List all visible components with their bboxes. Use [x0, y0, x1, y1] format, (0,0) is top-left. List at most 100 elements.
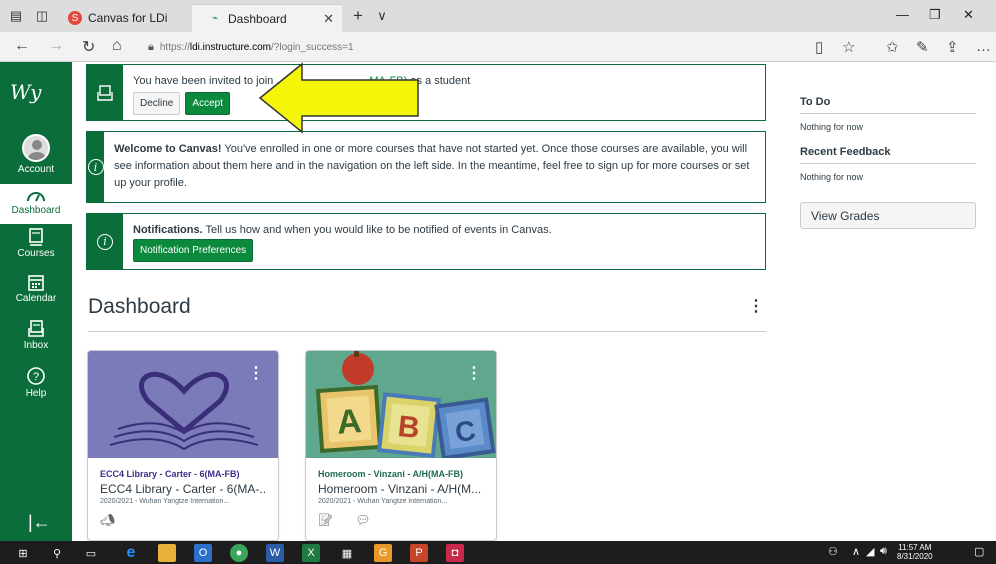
card-actions: 📣︎: [100, 513, 266, 527]
tab-label: Canvas for LDi: [88, 11, 168, 25]
nav-help-label: Help: [25, 388, 47, 399]
course-title: ECC4 Library - Carter - 6(MA-...: [100, 482, 266, 496]
favorite-star-icon[interactable]: ☆: [842, 38, 855, 56]
maximize-icon[interactable]: ❐: [929, 7, 941, 23]
svg-text:A: A: [336, 402, 363, 442]
view-grades-button[interactable]: View Grades: [800, 202, 976, 229]
security-app-icon[interactable]: ◘: [446, 544, 464, 562]
word-icon[interactable]: W: [266, 544, 284, 562]
inbox-icon: [28, 320, 44, 337]
global-navigation: Wy Account Dashboard Courses Calendar In…: [0, 62, 72, 541]
refresh-icon[interactable]: ↻: [82, 37, 95, 57]
yellow-arrow-annotation: [258, 62, 419, 134]
course-card-image[interactable]: A B C ⋮: [306, 351, 496, 458]
nav-account[interactable]: Account: [0, 134, 72, 175]
info-icon: i: [97, 233, 113, 250]
windows-taskbar: ⊞ ⚲ ▭ e O ● W X ▦ G P ◘ ⚇ ∧ ◢ 🔊︎ 11:57 A…: [0, 541, 996, 564]
page-title: Dashboard: [88, 295, 191, 318]
nav-calendar[interactable]: Calendar: [0, 274, 72, 304]
nav-inbox[interactable]: Inbox: [0, 320, 72, 351]
nav-inbox-label: Inbox: [23, 340, 49, 351]
url-domain: ldi.instructure.com: [189, 41, 272, 53]
tab-dropdown-icon[interactable]: ∨: [372, 6, 392, 26]
chrome-icon[interactable]: ●: [230, 544, 248, 562]
powerpoint-icon[interactable]: P: [410, 544, 428, 562]
nav-help[interactable]: ? Help: [0, 366, 72, 399]
notifications-text: Tell us how and when you would like to b…: [205, 224, 552, 236]
outlook-icon[interactable]: O: [194, 544, 212, 562]
card-options-icon[interactable]: ⋮: [466, 363, 482, 383]
share-icon[interactable]: ⇪: [946, 38, 959, 56]
collapse-nav-icon[interactable]: |←: [28, 512, 51, 533]
tab-dashboard[interactable]: ⌁ Dashboard ✕: [192, 4, 342, 32]
decline-button[interactable]: Decline: [133, 92, 181, 115]
assignments-icon[interactable]: 📝︎: [318, 513, 333, 527]
svg-text:?: ?: [33, 371, 39, 383]
set-tabs-aside-icon[interactable]: ◫: [32, 6, 52, 26]
course-short-name[interactable]: ECC4 Library - Carter - 6(MA-FB): [100, 468, 266, 480]
tab-label: Dashboard: [228, 11, 287, 26]
action-center-icon[interactable]: ▢: [974, 545, 984, 558]
task-view-icon[interactable]: ▭: [82, 544, 100, 562]
people-icon[interactable]: ⚇: [828, 545, 838, 558]
school-logo[interactable]: Wy: [10, 80, 41, 104]
favorites-hub-icon[interactable]: ✩: [886, 38, 899, 56]
course-short-name[interactable]: Homeroom - Vinzani - A/H(MA-FB): [318, 468, 484, 480]
system-clock[interactable]: 11:57 AM 8/31/2020: [897, 543, 933, 561]
forward-icon[interactable]: →: [48, 37, 64, 55]
course-term: 2020/2021 - Wuhan Yangtze Internation...: [318, 498, 448, 505]
windows-start-icon[interactable]: ⊞: [14, 544, 32, 562]
home-icon[interactable]: ⌂: [112, 37, 122, 55]
show-hidden-icons[interactable]: ∧: [852, 545, 860, 558]
nav-courses[interactable]: Courses: [0, 228, 72, 259]
nav-dashboard[interactable]: Dashboard: [0, 184, 72, 224]
course-card-info: ECC4 Library - Carter - 6(MA-FB) ECC4 Li…: [88, 458, 278, 537]
announcements-icon[interactable]: 📣︎: [100, 513, 115, 527]
network-icon[interactable]: ◢: [866, 545, 874, 558]
url-path: /?login_success=1: [271, 41, 354, 53]
more-menu-icon[interactable]: …: [976, 38, 991, 55]
close-window-icon[interactable]: ✕: [963, 7, 974, 23]
tab-actions-icon[interactable]: ▤: [6, 6, 26, 26]
info-icon: i: [87, 159, 104, 175]
notice-side: i: [87, 214, 123, 269]
browser-address-bar: ← → ↻ ⌂ 🔒︎ https:// ldi.instructure.com …: [0, 32, 996, 62]
dashboard-options-icon[interactable]: ⋮: [748, 296, 764, 316]
course-term: 2020/2021 - Wuhan Yangtze Internation...: [100, 498, 230, 505]
minimize-icon[interactable]: —: [896, 7, 909, 22]
todo-heading: To Do: [800, 96, 976, 114]
reading-view-icon[interactable]: ▯: [815, 38, 823, 56]
discussions-icon[interactable]: 💬︎: [355, 513, 370, 527]
nav-dashboard-label: Dashboard: [11, 205, 61, 216]
excel-icon[interactable]: X: [302, 544, 320, 562]
notes-pen-icon[interactable]: ✎: [916, 38, 929, 56]
back-icon[interactable]: ←: [14, 37, 30, 55]
course-title: Homeroom - Vinzani - A/H(M...: [318, 482, 482, 496]
file-explorer-icon[interactable]: [158, 544, 176, 562]
app-icon[interactable]: G: [374, 544, 392, 562]
calculator-icon[interactable]: ▦: [338, 544, 356, 562]
course-card[interactable]: A B C ⋮ Homeroom - Vinzani - A/H(MA-FB) …: [305, 350, 497, 541]
nav-account-label: Account: [17, 164, 55, 175]
right-sidebar: To Do Nothing for now Recent Feedback No…: [800, 62, 976, 229]
notification-preferences-button[interactable]: Notification Preferences: [133, 239, 254, 262]
tab-canvas-for-ldi[interactable]: S Canvas for LDi: [62, 4, 192, 32]
new-tab-button[interactable]: +: [348, 6, 368, 26]
edge-browser-icon[interactable]: e: [122, 544, 140, 562]
card-options-icon[interactable]: ⋮: [248, 363, 264, 383]
nav-courses-label: Courses: [17, 248, 55, 259]
clock-date: 8/31/2020: [897, 552, 933, 561]
welcome-heading: Welcome to Canvas!: [114, 143, 222, 155]
close-tab-icon[interactable]: ✕: [323, 11, 334, 27]
help-icon: ?: [27, 367, 45, 385]
course-card-image[interactable]: ⋮: [88, 351, 278, 458]
volume-icon[interactable]: 🔊︎: [880, 545, 887, 558]
invitation-icon: [97, 84, 113, 101]
lock-icon: 🔒︎: [148, 40, 154, 53]
accept-button[interactable]: Accept: [185, 92, 230, 115]
url-field[interactable]: 🔒︎ https:// ldi.instructure.com /?login_…: [148, 36, 808, 58]
search-icon[interactable]: ⚲: [48, 544, 66, 562]
course-card[interactable]: ⋮ ECC4 Library - Carter - 6(MA-FB) ECC4 …: [87, 350, 279, 541]
app-window: ▤ ◫ S Canvas for LDi ⌁ Dashboard ✕ + ∨ —…: [0, 0, 996, 564]
card-actions: 📝︎ 💬︎: [318, 513, 484, 527]
